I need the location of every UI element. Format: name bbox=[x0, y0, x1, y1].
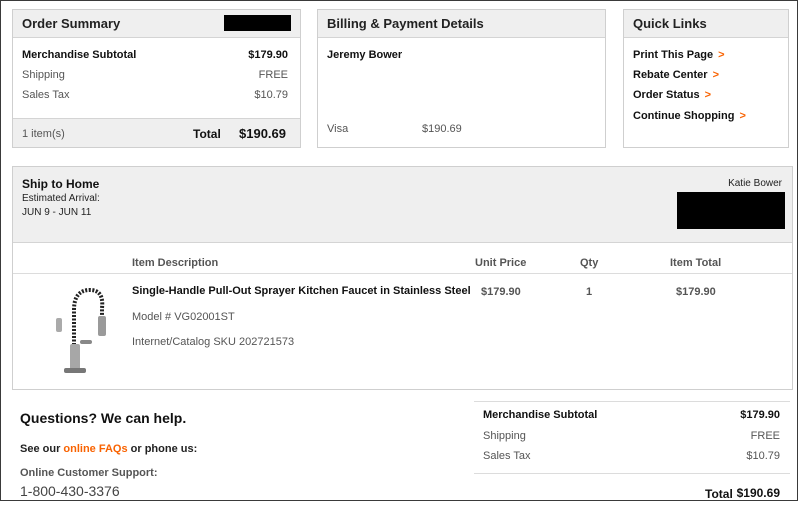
card-type: Visa bbox=[327, 123, 349, 135]
bottom-tax-value: $10.79 bbox=[746, 450, 780, 462]
quick-link-order-status-label: Order Status bbox=[633, 89, 700, 101]
item-qty: 1 bbox=[586, 286, 593, 298]
items-count: 1 item(s) bbox=[22, 128, 65, 140]
recipient-name: Katie Bower bbox=[728, 178, 782, 189]
summary-total-divider bbox=[474, 473, 790, 474]
bottom-total-label: Total bbox=[705, 487, 733, 501]
estimated-arrival-dates: JUN 9 - JUN 11 bbox=[22, 207, 92, 218]
support-phone[interactable]: 1-800-430-3376 bbox=[20, 483, 120, 499]
table-row: Single-Handle Pull-Out Sprayer Kitchen F… bbox=[13, 274, 792, 390]
shipment-panel: Ship to Home Estimated Arrival: JUN 9 - … bbox=[12, 166, 793, 390]
bottom-order-summary: Merchandise Subtotal $179.90 Shipping FR… bbox=[474, 401, 790, 501]
billing-panel: Billing & Payment Details Jeremy Bower V… bbox=[317, 9, 606, 148]
help-faq-line: See our online FAQs or phone us: bbox=[20, 443, 197, 455]
help-title: Questions? We can help. bbox=[20, 410, 187, 426]
quick-link-print-label: Print This Page bbox=[633, 49, 714, 61]
faucet-product-image[interactable] bbox=[46, 282, 106, 376]
chevron-right-icon: > bbox=[712, 69, 720, 81]
redacted-shipping-address bbox=[677, 192, 785, 229]
sales-tax-label: Sales Tax bbox=[22, 89, 70, 101]
item-name-link[interactable]: Single-Handle Pull-Out Sprayer Kitchen F… bbox=[132, 285, 471, 297]
summary-top-divider bbox=[474, 401, 790, 402]
shipment-header: Ship to Home Estimated Arrival: JUN 9 - … bbox=[13, 167, 792, 243]
merch-subtotal-label: Merchandise Subtotal bbox=[22, 49, 137, 61]
quick-link-continue-label: Continue Shopping bbox=[633, 110, 735, 122]
item-total: $179.90 bbox=[676, 286, 716, 298]
bottom-total-value: $190.69 bbox=[736, 486, 780, 500]
chevron-right-icon: > bbox=[718, 49, 725, 61]
quick-links-title: Quick Links bbox=[624, 10, 788, 38]
column-qty: Qty bbox=[580, 257, 599, 269]
redacted-order-number bbox=[224, 15, 291, 31]
shipping-value: FREE bbox=[258, 69, 288, 81]
help-section: Questions? We can help. See our online F… bbox=[20, 406, 320, 501]
bottom-merch-value: $179.90 bbox=[740, 409, 780, 421]
help-see-our: See our bbox=[20, 443, 64, 455]
merch-subtotal-value: $179.90 bbox=[248, 49, 288, 61]
quick-link-order-status[interactable]: Order Status > bbox=[633, 89, 711, 101]
quick-link-print[interactable]: Print This Page > bbox=[633, 49, 725, 61]
total-value: $190.69 bbox=[239, 126, 286, 141]
column-item-description: Item Description bbox=[132, 257, 219, 269]
order-summary-footer: 1 item(s) Total $190.69 bbox=[13, 118, 300, 147]
chevron-right-icon: > bbox=[704, 89, 712, 101]
item-unit-price: $179.90 bbox=[481, 286, 521, 298]
order-summary-panel: Order Summary Merchandise Subtotal $179.… bbox=[12, 9, 301, 148]
quick-link-rebate[interactable]: Rebate Center > bbox=[633, 69, 719, 81]
bottom-tax-label: Sales Tax bbox=[483, 450, 531, 462]
item-sku: Internet/Catalog SKU 202721573 bbox=[132, 336, 295, 348]
support-label: Online Customer Support: bbox=[20, 467, 158, 479]
column-item-total: Item Total bbox=[670, 257, 722, 269]
total-label: Total bbox=[193, 127, 221, 141]
chevron-right-icon: > bbox=[739, 110, 746, 122]
quick-link-rebate-label: Rebate Center bbox=[633, 69, 708, 81]
shipping-label: Shipping bbox=[22, 69, 65, 81]
estimated-arrival-label: Estimated Arrival: bbox=[22, 193, 100, 204]
help-or-phone: or phone us: bbox=[127, 443, 198, 455]
sales-tax-value: $10.79 bbox=[254, 89, 288, 101]
order-confirmation-page: Order Summary Merchandise Subtotal $179.… bbox=[0, 0, 798, 501]
bottom-shipping-value: FREE bbox=[750, 430, 780, 442]
ship-to-home-title: Ship to Home bbox=[22, 177, 100, 191]
card-amount: $190.69 bbox=[422, 123, 462, 135]
column-unit-price: Unit Price bbox=[475, 257, 527, 269]
bottom-merch-label: Merchandise Subtotal bbox=[483, 409, 598, 421]
bottom-shipping-label: Shipping bbox=[483, 430, 526, 442]
quick-link-continue-shopping[interactable]: Continue Shopping > bbox=[633, 110, 746, 122]
item-model-number: Model # VG02001ST bbox=[132, 311, 235, 323]
billing-name: Jeremy Bower bbox=[327, 49, 403, 61]
online-faqs-link[interactable]: online FAQs bbox=[63, 443, 127, 455]
billing-title: Billing & Payment Details bbox=[318, 10, 605, 38]
quick-links-panel: Quick Links Print This Page > Rebate Cent… bbox=[623, 9, 789, 148]
